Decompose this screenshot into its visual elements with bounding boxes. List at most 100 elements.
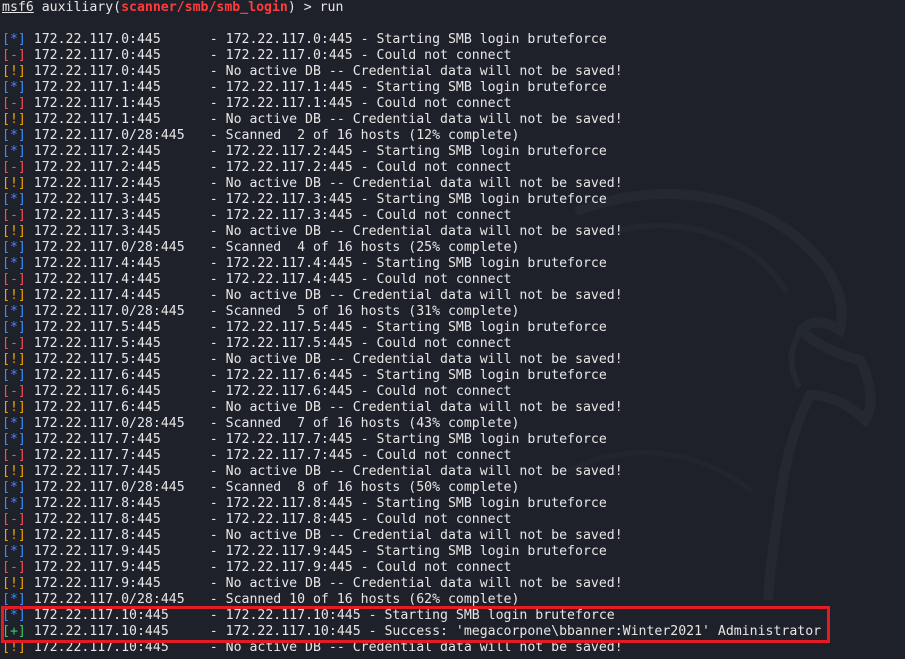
host-address: 172.22.117.4:445: [33, 288, 161, 303]
error-badge: [-]: [2, 560, 26, 575]
host-address: 172.22.117.0:445: [33, 64, 161, 79]
host-address: 172.22.117.7:445: [33, 464, 161, 479]
host-address: 172.22.117.6:445: [33, 400, 161, 415]
warning-badge: [!]: [2, 528, 26, 543]
log-message: - Scanned 7 of 16 hosts (43% complete): [209, 416, 520, 431]
log-line-info: [*] 172.22.117.0/28:445 - Scanned 7 of 16…: [2, 416, 905, 432]
error-badge: [-]: [2, 272, 26, 287]
log-line-info: [*] 172.22.117.0/28:445 - Scanned 4 of 16…: [2, 240, 905, 256]
log-line-info: [*] 172.22.117.7:445 - 172.22.117.7:445 -…: [2, 432, 905, 448]
host-address: 172.22.117.9:445: [33, 544, 161, 559]
host-address: 172.22.117.1:445: [33, 112, 161, 127]
warning-badge: [!]: [2, 224, 26, 239]
log-line-error: [-] 172.22.117.9:445 - 172.22.117.9:445 -…: [2, 560, 905, 576]
host-address: 172.22.117.2:445: [33, 176, 161, 191]
log-message: - 172.22.117.3:445 - Starting SMB login …: [209, 192, 607, 207]
info-badge: [*]: [2, 320, 26, 335]
log-line-warning: [!] 172.22.117.2:445 - No active DB -- Cr…: [2, 176, 905, 192]
host-address: 172.22.117.4:445: [33, 272, 161, 287]
host-address: 172.22.117.0:445: [33, 32, 161, 47]
log-line-info: [*] 172.22.117.0/28:445 - Scanned 5 of 16…: [2, 304, 905, 320]
log-message: - No active DB -- Credential data will n…: [209, 464, 623, 479]
warning-badge: [!]: [2, 352, 26, 367]
info-badge: [*]: [2, 432, 26, 447]
error-badge: [-]: [2, 512, 26, 527]
error-badge: [-]: [2, 336, 26, 351]
warning-badge: [!]: [2, 176, 26, 191]
output-lines: [*] 172.22.117.0:445 - 172.22.117.0:445 -…: [2, 32, 905, 656]
prompt-mid: auxiliary(: [33, 0, 122, 15]
host-address: 172.22.117.10:445: [33, 608, 169, 623]
prompt-command: run: [319, 0, 344, 15]
host-address: 172.22.117.4:445: [33, 256, 161, 271]
host-address: 172.22.117.7:445: [33, 448, 161, 463]
warning-badge: [!]: [2, 400, 26, 415]
log-line-info: [*] 172.22.117.0/28:445 - Scanned 8 of 16…: [2, 480, 905, 496]
log-message: - 172.22.117.0:445 - Starting SMB login …: [209, 32, 607, 47]
host-address: 172.22.117.0/28:445: [33, 240, 185, 255]
log-line-success: [+] 172.22.117.10:445 - 172.22.117.10:445…: [2, 624, 905, 640]
log-message: - 172.22.117.9:445 - Could not connect: [209, 560, 512, 575]
log-line-info: [*] 172.22.117.4:445 - 172.22.117.4:445 -…: [2, 256, 905, 272]
log-line-error: [-] 172.22.117.8:445 - 172.22.117.8:445 -…: [2, 512, 905, 528]
host-address: 172.22.117.5:445: [33, 352, 161, 367]
host-address: 172.22.117.3:445: [33, 208, 161, 223]
log-line-info: [*] 172.22.117.8:445 - 172.22.117.8:445 -…: [2, 496, 905, 512]
log-message: - 172.22.117.2:445 - Could not connect: [209, 160, 512, 175]
log-message: - Scanned 8 of 16 hosts (50% complete): [209, 480, 520, 495]
log-message: - 172.22.117.6:445 - Could not connect: [209, 384, 512, 399]
log-line-info: [*] 172.22.117.2:445 - 172.22.117.2:445 -…: [2, 144, 905, 160]
host-address: 172.22.117.7:445: [33, 432, 161, 447]
log-line-warning: [!] 172.22.117.4:445 - No active DB -- Cr…: [2, 288, 905, 304]
terminal-output: msf6 auxiliary(scanner/smb/smb_login) > …: [2, 0, 905, 656]
error-badge: [-]: [2, 384, 26, 399]
log-line-warning: [!] 172.22.117.7:445 - No active DB -- Cr…: [2, 464, 905, 480]
warning-badge: [!]: [2, 64, 26, 79]
log-message: - No active DB -- Credential data will n…: [209, 640, 623, 655]
error-badge: [-]: [2, 208, 26, 223]
log-line-info: [*] 172.22.117.0/28:445 - Scanned 2 of 16…: [2, 128, 905, 144]
host-address: 172.22.117.0/28:445: [33, 416, 185, 431]
host-address: 172.22.117.0/28:445: [33, 128, 185, 143]
info-badge: [*]: [2, 128, 26, 143]
log-line-warning: [!] 172.22.117.3:445 - No active DB -- Cr…: [2, 224, 905, 240]
log-line-error: [-] 172.22.117.6:445 - 172.22.117.6:445 -…: [2, 384, 905, 400]
info-badge: [*]: [2, 192, 26, 207]
host-address: 172.22.117.0:445: [33, 48, 161, 63]
host-address: 172.22.117.6:445: [33, 384, 161, 399]
log-message: - 172.22.117.6:445 - Starting SMB login …: [209, 368, 607, 383]
info-badge: [*]: [2, 544, 26, 559]
log-line-info: [*] 172.22.117.0:445 - 172.22.117.0:445 -…: [2, 32, 905, 48]
host-address: 172.22.117.9:445: [33, 560, 161, 575]
log-message: - No active DB -- Credential data will n…: [209, 576, 623, 591]
prompt-suffix: ) >: [287, 0, 320, 15]
log-line-error: [-] 172.22.117.2:445 - 172.22.117.2:445 -…: [2, 160, 905, 176]
command-prompt-line: msf6 auxiliary(scanner/smb/smb_login) > …: [2, 0, 905, 16]
log-line-info: [*] 172.22.117.10:445 - 172.22.117.10:445…: [2, 608, 905, 624]
terminal-window[interactable]: msf6 auxiliary(scanner/smb/smb_login) > …: [0, 0, 905, 659]
host-address: 172.22.117.3:445: [33, 224, 161, 239]
success-badge: [+]: [2, 624, 26, 639]
